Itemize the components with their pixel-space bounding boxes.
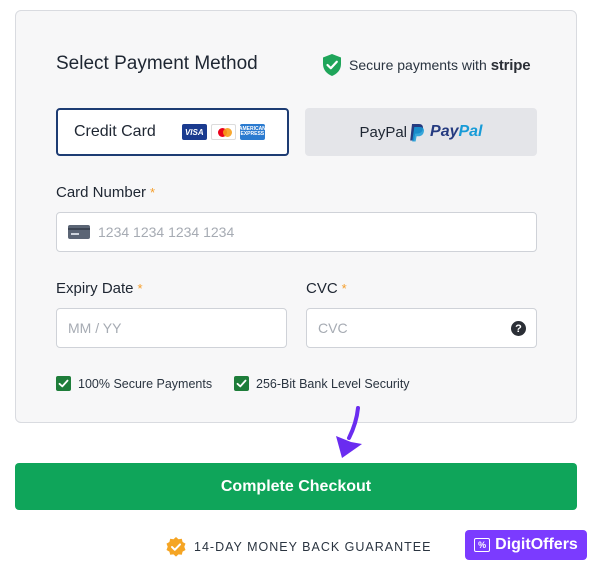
- expiry-date-label: Expiry Date *: [56, 280, 143, 297]
- card-number-input[interactable]: 1234 1234 1234 1234: [56, 212, 537, 252]
- assurance-text: 256-Bit Bank Level Security: [256, 376, 410, 391]
- amex-logo: AMERICAN EXPRESS: [239, 124, 266, 140]
- credit-card-option[interactable]: Credit Card VISA AMERICAN EXPRESS: [56, 108, 289, 156]
- secure-payments-note: Secure payments with stripe: [321, 53, 531, 77]
- help-icon[interactable]: ?: [511, 321, 526, 336]
- checkmark-icon: [234, 376, 249, 391]
- arrow-down-icon: [336, 406, 362, 458]
- required-mark: *: [341, 281, 347, 296]
- digitoffers-badge: % DigitOffers: [465, 530, 587, 560]
- card-number-placeholder: 1234 1234 1234 1234: [98, 224, 235, 240]
- shield-check-icon: [323, 54, 341, 76]
- payment-panel: Select Payment Method Secure payments wi…: [15, 10, 577, 423]
- complete-checkout-button[interactable]: Complete Checkout: [15, 463, 577, 510]
- money-back-guarantee: 14-DAY MONEY BACK GUARANTEE: [165, 536, 431, 558]
- mastercard-logo: [210, 124, 236, 140]
- credit-card-icon: [68, 225, 90, 239]
- secure-payments-check: 100% Secure Payments: [56, 376, 212, 391]
- required-mark: *: [137, 281, 143, 296]
- checkmark-icon: [56, 376, 71, 391]
- cvc-label: CVC *: [306, 280, 347, 297]
- expiry-date-input[interactable]: MM / YY: [56, 308, 287, 348]
- guarantee-badge-icon: [166, 537, 186, 557]
- card-number-label: Card Number *: [56, 184, 156, 201]
- brand-name: DigitOffers: [495, 536, 578, 553]
- panel-title: Select Payment Method: [56, 53, 258, 74]
- card-brand-logos: VISA AMERICAN EXPRESS: [181, 124, 266, 140]
- assurance-text: 100% Secure Payments: [78, 376, 213, 391]
- paypal-logo: PayPal: [430, 123, 483, 140]
- credit-card-label: Credit Card: [74, 123, 156, 140]
- percent-tag-icon: %: [474, 538, 491, 552]
- expiry-placeholder: MM / YY: [68, 320, 122, 336]
- bank-security-check: 256-Bit Bank Level Security: [234, 376, 410, 391]
- cvc-placeholder: CVC: [318, 320, 348, 336]
- guarantee-text: 14-DAY MONEY BACK GUARANTEE: [194, 540, 432, 554]
- paypal-label: PayPal: [359, 123, 408, 141]
- secure-text: Secure payments with: [349, 57, 487, 73]
- required-mark: *: [150, 185, 156, 200]
- paypal-option[interactable]: PayPal PayPal: [305, 108, 537, 156]
- paypal-icon: [410, 123, 425, 141]
- visa-logo: VISA: [181, 124, 207, 140]
- cvc-input[interactable]: CVC ?: [306, 308, 537, 348]
- stripe-logo: stripe: [490, 56, 531, 74]
